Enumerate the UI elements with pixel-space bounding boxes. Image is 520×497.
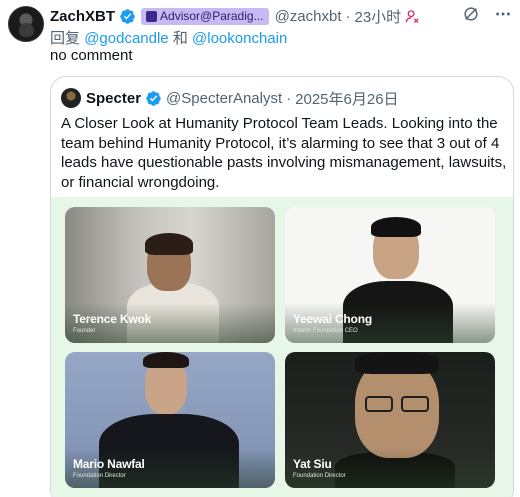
tweet-actions-top: [462, 5, 512, 23]
quote-text: A Closer Look at Humanity Protocol Team …: [61, 115, 507, 191]
team-member-role: Foundation Director: [73, 473, 126, 479]
reply-joiner: 和: [172, 30, 188, 47]
author-name[interactable]: ZachXBT: [50, 8, 115, 25]
team-member-name: Terence Kwok: [73, 312, 152, 326]
team-member-name: Mario Nawfal: [73, 457, 145, 471]
grok-icon[interactable]: [462, 5, 480, 23]
more-icon[interactable]: [494, 5, 512, 23]
quote-header: Specter @SpecterAnalyst · 2025年6月26日: [61, 87, 399, 109]
team-member-name: Yat Siu: [293, 457, 332, 471]
quote-separator: ·: [286, 89, 292, 107]
verified-badge-icon: [146, 90, 161, 106]
affiliation-label: Advisor@Paradig...: [160, 9, 264, 23]
team-member-name: Yeewai Chong: [293, 312, 372, 326]
quote-author-avatar[interactable]: [61, 88, 81, 108]
paradigm-logo-icon: [146, 10, 158, 22]
reply-context: 回复 @godcandle 和 @lookonchain: [50, 27, 287, 48]
quote-media-image[interactable]: Terence Kwok Founder Yeewai Chong Interi…: [51, 197, 513, 497]
team-member-role: Founder: [73, 328, 96, 334]
tweet-header: ZachXBT Advisor@Paradig... @zachxbt · 23…: [50, 6, 420, 26]
tweet-time[interactable]: 23小时: [355, 6, 402, 27]
author-handle[interactable]: @zachxbt: [275, 8, 342, 25]
quote-author-handle[interactable]: @SpecterAnalyst: [166, 90, 282, 107]
affiliation-badge[interactable]: Advisor@Paradig...: [141, 7, 269, 25]
tweet-text: no comment: [50, 47, 133, 64]
quoted-tweet[interactable]: Specter @SpecterAnalyst · 2025年6月26日 A C…: [50, 76, 514, 497]
reply-prefix: 回复: [50, 30, 81, 47]
quote-date[interactable]: 2025年6月26日: [295, 88, 398, 109]
team-card: Yat Siu Foundation Director: [285, 352, 495, 488]
verified-badge-icon: [120, 8, 135, 24]
mention-link[interactable]: @godcandle: [84, 30, 168, 47]
author-avatar[interactable]: [8, 6, 44, 42]
mention-link[interactable]: @lookonchain: [192, 30, 287, 47]
quote-author-name[interactable]: Specter: [86, 90, 141, 107]
team-card: Yeewai Chong Interim Foundation CEO: [285, 207, 495, 343]
team-card: Mario Nawfal Foundation Director: [65, 352, 275, 488]
person-x-icon[interactable]: [405, 9, 420, 24]
team-member-role: Foundation Director: [293, 473, 346, 479]
team-member-role: Interim Foundation CEO: [293, 328, 358, 334]
team-card: Terence Kwok Founder: [65, 207, 275, 343]
header-separator: ·: [345, 7, 351, 25]
